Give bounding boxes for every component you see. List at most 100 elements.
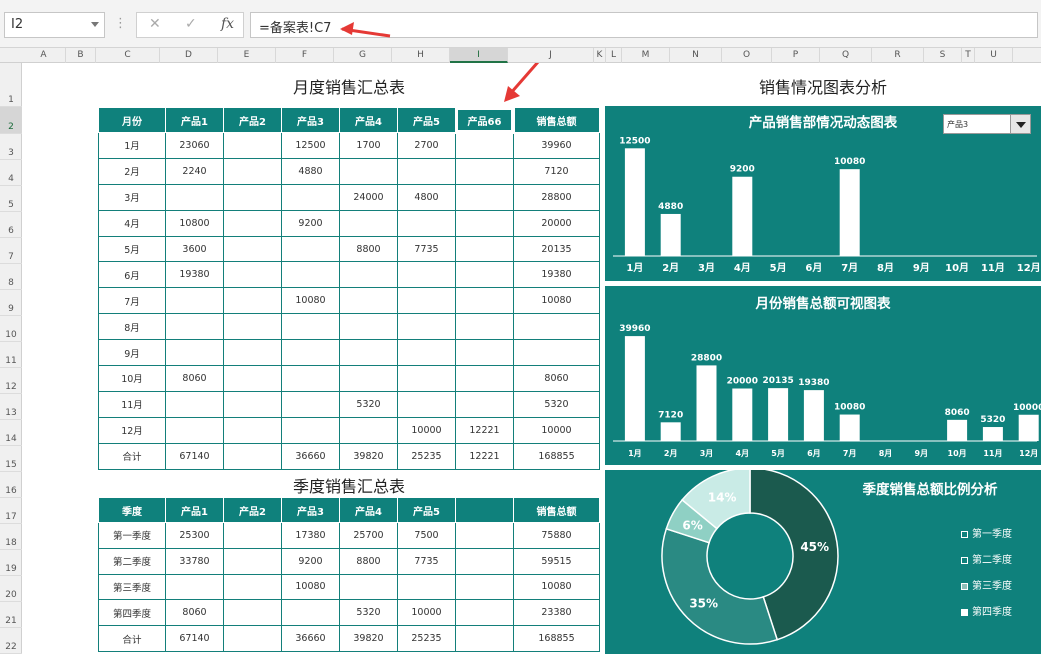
row-header[interactable]: 4 — [0, 160, 22, 186]
table-cell[interactable] — [397, 339, 456, 367]
table-cell[interactable]: 合计 — [98, 625, 166, 652]
table-cell[interactable]: 33780 — [165, 547, 224, 575]
table-cell[interactable]: 10800 — [165, 209, 224, 237]
table-cell[interactable]: 10080 — [513, 573, 600, 601]
table-cell[interactable]: 7735 — [397, 547, 456, 575]
row-header[interactable]: 11 — [0, 342, 22, 368]
table-cell[interactable]: 8800 — [339, 235, 398, 263]
table-cell[interactable] — [223, 442, 282, 470]
table-cell[interactable] — [223, 132, 282, 159]
table-cell[interactable]: 1700 — [339, 132, 398, 159]
bar[interactable] — [982, 427, 1003, 441]
table-cell[interactable]: 第二季度 — [98, 547, 166, 575]
table-cell[interactable] — [339, 157, 398, 185]
column-header-cell[interactable]: 产品1 — [165, 107, 224, 133]
column-header-p[interactable]: P — [772, 48, 820, 63]
table-cell[interactable] — [281, 599, 340, 627]
table-cell[interactable]: 8060 — [165, 599, 224, 627]
column-header-cell[interactable]: 销售总额 — [513, 107, 600, 133]
table-cell[interactable]: 25235 — [397, 442, 456, 470]
column-header-h[interactable]: H — [392, 48, 450, 63]
row-header[interactable]: 16 — [0, 472, 22, 498]
table-cell[interactable] — [339, 416, 398, 444]
table-cell[interactable]: 59515 — [513, 547, 600, 575]
table-cell[interactable]: 2700 — [397, 132, 456, 159]
column-header-cell[interactable]: 产品5 — [397, 107, 456, 133]
bar[interactable] — [1018, 414, 1039, 441]
table-cell[interactable] — [397, 209, 456, 237]
table-cell[interactable]: 4800 — [397, 183, 456, 211]
column-header-cell[interactable]: 产品5 — [397, 497, 456, 523]
table-cell[interactable]: 10080 — [281, 573, 340, 601]
column-header-i[interactable]: I — [450, 48, 508, 63]
column-header-n[interactable]: N — [670, 48, 722, 63]
table-cell[interactable] — [455, 365, 514, 392]
table-cell[interactable] — [165, 339, 224, 367]
table-cell[interactable]: 12221 — [455, 442, 514, 470]
column-header-cell[interactable]: 产品3 — [281, 497, 340, 523]
table-cell[interactable] — [165, 287, 224, 315]
column-header-e[interactable]: E — [218, 48, 276, 63]
table-cell[interactable]: 6月 — [98, 261, 166, 289]
bar[interactable] — [839, 169, 860, 256]
table-cell[interactable]: 36660 — [281, 442, 340, 470]
bar[interactable] — [803, 390, 824, 441]
table-cell[interactable] — [455, 390, 514, 418]
table-cell[interactable] — [223, 390, 282, 418]
table-cell[interactable] — [223, 522, 282, 549]
table-cell[interactable] — [339, 209, 398, 237]
table-cell[interactable] — [513, 313, 600, 341]
bar[interactable] — [732, 176, 753, 256]
column-header-s[interactable]: S — [924, 48, 962, 63]
row-header[interactable]: 13 — [0, 394, 22, 420]
column-header-r[interactable]: R — [872, 48, 924, 63]
row-header[interactable]: 19 — [0, 550, 22, 576]
row-header[interactable]: 10 — [0, 316, 22, 342]
column-header-t[interactable]: T — [962, 48, 975, 63]
table-cell[interactable]: 7500 — [397, 522, 456, 549]
table-cell[interactable] — [339, 365, 398, 392]
bar[interactable] — [732, 388, 753, 442]
column-header-u[interactable]: U — [975, 48, 1013, 63]
table-cell[interactable] — [455, 522, 514, 549]
bar[interactable] — [660, 422, 681, 441]
table-cell[interactable] — [281, 261, 340, 289]
column-header-cell[interactable]: 产品66 — [454, 106, 515, 134]
table-cell[interactable]: 8月 — [98, 313, 166, 341]
table-cell[interactable] — [223, 209, 282, 237]
table-cell[interactable]: 10月 — [98, 365, 166, 392]
row-header[interactable]: 8 — [0, 264, 22, 290]
row-header[interactable]: 6 — [0, 212, 22, 238]
table-cell[interactable] — [397, 287, 456, 315]
table-cell[interactable] — [223, 365, 282, 392]
table-cell[interactable]: 36660 — [281, 625, 340, 652]
table-cell[interactable]: 28800 — [513, 183, 600, 211]
table-cell[interactable] — [281, 390, 340, 418]
table-cell[interactable]: 67140 — [165, 442, 224, 470]
table-cell[interactable] — [455, 183, 514, 211]
table-cell[interactable] — [223, 287, 282, 315]
column-header-d[interactable]: D — [160, 48, 218, 63]
column-header-cell[interactable]: 产品3 — [281, 107, 340, 133]
table-cell[interactable] — [223, 157, 282, 185]
pie-slice[interactable] — [661, 527, 779, 645]
insert-function-icon[interactable]: fx — [221, 16, 234, 32]
column-header-cell[interactable]: 产品2 — [223, 497, 282, 523]
table-cell[interactable]: 合计 — [98, 442, 166, 470]
table-cell[interactable]: 23060 — [165, 132, 224, 159]
table-cell[interactable] — [223, 235, 282, 263]
table-cell[interactable] — [455, 235, 514, 263]
table-cell[interactable] — [281, 416, 340, 444]
table-cell[interactable] — [455, 625, 514, 652]
table-cell[interactable] — [223, 416, 282, 444]
table-cell[interactable]: 7120 — [513, 157, 600, 185]
bar[interactable] — [768, 388, 789, 441]
table-cell[interactable]: 10000 — [397, 599, 456, 627]
table-cell[interactable]: 9200 — [281, 547, 340, 575]
row-header[interactable]: 7 — [0, 238, 22, 264]
table-cell[interactable]: 10000 — [397, 416, 456, 444]
table-cell[interactable]: 10080 — [281, 287, 340, 315]
column-header-o[interactable]: O — [722, 48, 772, 63]
table-cell[interactable]: 8800 — [339, 547, 398, 575]
bar[interactable] — [696, 365, 717, 441]
